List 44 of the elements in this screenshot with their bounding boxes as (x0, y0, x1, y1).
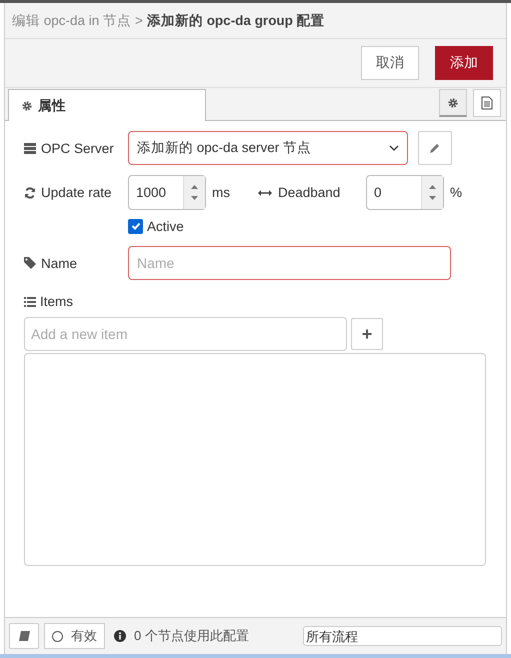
checkmark-icon (130, 221, 140, 231)
breadcrumb-parent: 编辑 opc-da in 节点 (12, 12, 132, 30)
settings-button[interactable] (439, 89, 467, 117)
decrement-icon (429, 196, 436, 200)
arrows-icon (258, 188, 272, 196)
tag-icon (24, 257, 36, 269)
document-icon (481, 96, 493, 110)
items-label: Items (40, 294, 74, 309)
new-item-field[interactable]: Add a new item (24, 317, 347, 351)
pencil-icon (429, 142, 441, 154)
chevron-down-icon (389, 145, 399, 151)
update-rate-label: Update rate (41, 185, 112, 200)
name-label: Name (41, 256, 78, 270)
active-label: Active (147, 218, 184, 234)
increment-icon (191, 185, 198, 189)
unit-label: ms (212, 185, 230, 200)
scope-select[interactable]: 所有流程 (303, 626, 502, 646)
decrement-icon (191, 196, 198, 200)
deadband-label: Deadband (278, 185, 340, 200)
breadcrumb-separator: > (135, 13, 143, 28)
book-button[interactable] (9, 623, 39, 649)
description-button[interactable] (473, 89, 501, 117)
opc-server-label: OPC Server (41, 140, 114, 156)
list-icon (24, 296, 36, 306)
edit-button[interactable] (418, 131, 452, 165)
breadcrumb-current: 添加新的 opc-da group 配置 (146, 12, 325, 30)
cancel-button[interactable]: 取消 (361, 46, 419, 80)
update-rate-spinner[interactable]: 1000 (128, 175, 206, 210)
add-item-button[interactable]: + (351, 318, 383, 350)
enabled-toggle[interactable]: 有效 (44, 623, 105, 649)
unit-label: % (450, 185, 462, 200)
gear-icon (447, 96, 459, 108)
gear-icon (21, 100, 33, 112)
increment-icon (429, 185, 436, 189)
active-checkbox[interactable] (128, 218, 143, 234)
deadband-spinner[interactable]: 0 (366, 175, 444, 210)
usage-text: 0 个节点使用此配置 (134, 627, 249, 645)
server-icon (24, 142, 36, 154)
properties-tab[interactable]: 属性 (8, 89, 206, 121)
name-field[interactable]: Name (128, 246, 451, 280)
opc-server-select[interactable]: 添加新的 opc-da server 节点 (128, 131, 408, 165)
info-icon (114, 630, 126, 642)
add-button[interactable]: 添加 (435, 46, 493, 80)
refresh-icon (24, 186, 36, 198)
